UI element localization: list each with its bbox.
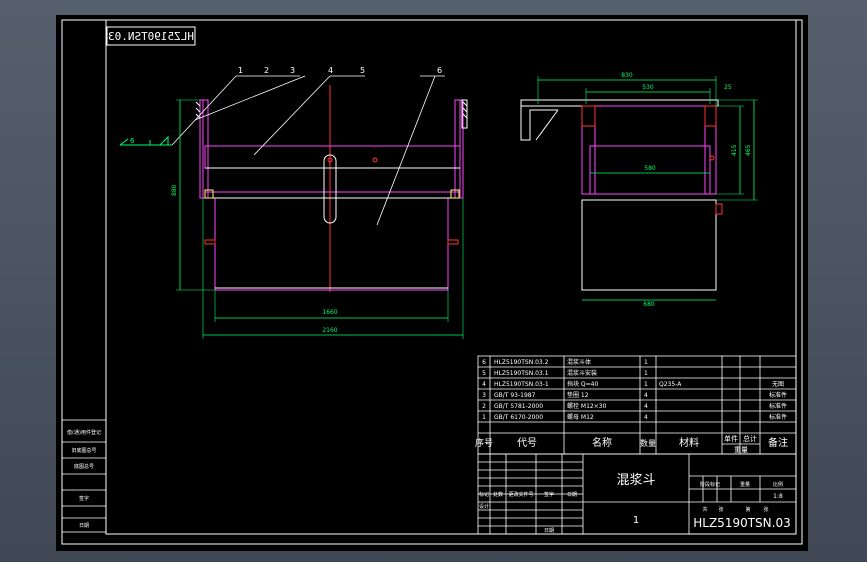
bom-cell-code: HLZ5190TSN.03.2 xyxy=(494,359,549,366)
bom-header-material: 材料 xyxy=(679,436,699,449)
bom-cell-no: 3 xyxy=(482,392,486,399)
left-strip-row-5: 日期 xyxy=(79,523,89,529)
bom-cell-qty: 1 xyxy=(644,359,648,366)
tb-label-change: 更改文件号 xyxy=(508,491,533,498)
bom-cell-code: GB/T 6170-2000 xyxy=(494,414,543,421)
dim-side-top-right: 25 xyxy=(724,84,732,91)
bom-cell-note: 标准件 xyxy=(769,402,787,410)
dim-front-width-inner: 1660 xyxy=(322,309,337,316)
bom-cell-qty: 4 xyxy=(644,392,648,399)
bom-header-weight: 重量 xyxy=(734,446,748,454)
left-strip-row-1: 借(通)用件登记 xyxy=(67,429,101,436)
tb-label-mark: 标记 xyxy=(479,491,489,498)
dim-side-mid: 580 xyxy=(644,165,656,172)
tb-scale-label: 比例 xyxy=(773,481,783,488)
bom-cell-qty: 1 xyxy=(644,381,648,388)
bom-cell-no: 1 xyxy=(482,414,486,421)
balloon-6: 6 xyxy=(437,66,442,75)
bom-cell-no: 6 xyxy=(482,359,486,366)
bom-header-no: 序号 xyxy=(475,437,493,449)
balloon-4: 4 xyxy=(328,66,333,75)
bom-header-note: 备注 xyxy=(768,436,788,449)
dim-side-height-inner: 415 xyxy=(731,144,738,156)
balloon-3: 3 xyxy=(290,66,295,75)
bom-cell-no: 4 xyxy=(482,381,486,388)
bom-cell-qty: 4 xyxy=(644,414,648,421)
dim-side-bottom: 680 xyxy=(643,301,655,308)
drawing-title: 混浆斗 xyxy=(616,473,655,488)
dim-side-top-inner: 530 xyxy=(642,84,654,91)
tb-label-date: 日期 xyxy=(567,492,577,498)
tb-sheet-total-b: 张 xyxy=(718,506,723,513)
tb-design-label: 设计 xyxy=(479,503,489,510)
dim-side-height-outer: 465 xyxy=(745,144,752,156)
bom-cell-name: 螺栓 M12×30 xyxy=(567,402,607,410)
bom-cell-name: 挡块 Q=40 xyxy=(567,380,598,388)
tb-sheet-no-a: 第 xyxy=(745,506,750,513)
bom-cell-qty: 4 xyxy=(644,403,648,410)
tb-label-sign: 签字 xyxy=(544,491,554,498)
bom-cell-note: 标准件 xyxy=(769,413,787,421)
tb-sheet-no-b: 张 xyxy=(763,506,768,513)
weld-symbol-label: 6 xyxy=(130,137,135,145)
balloon-2: 2 xyxy=(264,66,269,75)
dim-front-height: 880 xyxy=(171,184,178,196)
tb-sheet-total-a: 共 xyxy=(702,506,707,513)
tb-stage-label: 阶段标记 xyxy=(700,481,720,488)
bom-cell-name: 垫圈 12 xyxy=(567,391,589,399)
drawing-canvas: HLZ5190TSN.03 1 2 3 4 5 6 6 880 1660 216… xyxy=(56,15,808,551)
bom-cell-code: GB/T 93-1987 xyxy=(494,392,536,399)
bom-cell-no: 2 xyxy=(482,403,486,410)
bom-cell-name: 螺母 M12 xyxy=(567,413,594,421)
balloon-1: 1 xyxy=(238,66,243,75)
drawing-number: HLZ5190TSN.03 xyxy=(693,516,790,530)
bom-cell-qty: 1 xyxy=(644,370,648,377)
bom-cell-name: 混浆斗体 xyxy=(567,358,591,366)
sheet-count: 1 xyxy=(633,515,639,526)
left-strip-row-2: 旧底图总号 xyxy=(71,447,96,454)
tb-label-count: 处数 xyxy=(493,491,503,498)
bom-header-unit: 单件 xyxy=(724,434,738,443)
tb-weight-label: 重量 xyxy=(740,481,750,488)
left-strip-row-4: 签字 xyxy=(79,495,89,502)
dim-front-width-outer: 2160 xyxy=(322,327,337,334)
left-strip-row-3: 底图总号 xyxy=(74,463,94,470)
mirrored-drawing-number: HLZ5190TSN.03 xyxy=(108,30,194,43)
tb-date-label: 日期 xyxy=(544,528,554,534)
balloon-5: 5 xyxy=(360,66,365,75)
bom-cell-note: 无图 xyxy=(772,381,784,388)
bom-header-code: 代号 xyxy=(517,437,537,449)
bom-header-name: 名称 xyxy=(592,436,612,449)
bom-cell-name: 混浆斗安装 xyxy=(567,369,597,377)
dim-side-top-total: 830 xyxy=(621,72,633,79)
bom-cell-no: 5 xyxy=(482,370,486,377)
bom-header-qty: 数量 xyxy=(640,438,656,448)
bom-cell-code: GB/T 5781-2000 xyxy=(494,403,543,410)
tb-scale-value: 1:8 xyxy=(773,493,783,500)
bom-cell-note: 标准件 xyxy=(769,391,787,399)
bom-cell-code: HLZ5190TSN.03-1 xyxy=(494,381,549,388)
bom-cell-material: Q235-A xyxy=(659,381,682,388)
drawing-sheet xyxy=(56,15,808,551)
bom-cell-code: HLZ5190TSN.03.1 xyxy=(494,370,549,377)
bom-header-total: 总计 xyxy=(743,434,757,443)
